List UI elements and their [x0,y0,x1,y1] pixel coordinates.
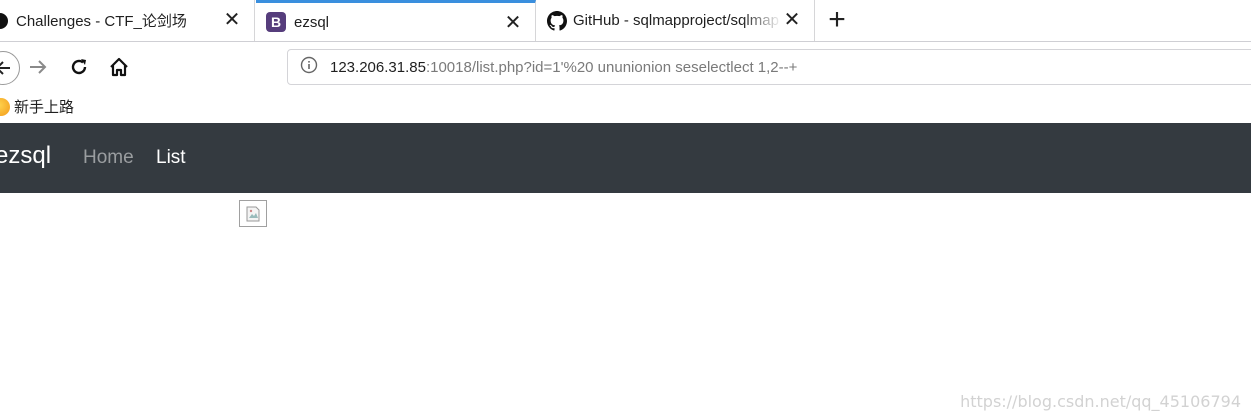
home-button[interactable] [103,51,135,83]
tab-title: ezsql [294,13,330,31]
tab-title-fade [742,8,782,32]
close-icon[interactable]: ✕ [222,10,242,30]
nav-link-home[interactable]: Home [83,147,134,169]
url-text[interactable]: 123.206.31.85:10018/list.php?id=1'%20 un… [330,59,797,76]
reload-button[interactable] [63,51,95,83]
close-icon[interactable]: ✕ [503,13,523,33]
bootstrap-favicon-icon: B [266,12,286,32]
info-icon[interactable] [300,56,318,79]
bookmark-item[interactable]: 新手上路 [0,96,74,117]
url-path: :10018/list.php?id=1'%20 ununionion sese… [425,58,798,76]
tab-github[interactable]: GitHub - sqlmapproject/sqlmap ✕ [537,0,815,41]
tab-title: Challenges - CTF_论剑场 [16,13,187,30]
site-brand[interactable]: ezsql [0,142,51,170]
address-bar[interactable]: 123.206.31.85:10018/list.php?id=1'%20 un… [287,49,1251,85]
new-tab-button[interactable]: + [823,5,851,35]
broken-image-icon [239,200,267,227]
reload-icon [71,59,87,75]
nav-link-list[interactable]: List [156,147,186,169]
bookmarks-bar: 新手上路 [0,92,1251,122]
forward-button[interactable] [22,51,54,83]
tab-ezsql[interactable]: B ezsql ✕ [256,0,536,41]
ctf-favicon-icon [0,12,8,29]
back-button[interactable] [0,51,20,85]
tab-strip: Challenges - CTF_论剑场 ✕ B ezsql ✕ GitHub … [0,0,1251,42]
bookmark-label: 新手上路 [14,98,75,116]
site-navbar: ezsql Home List [0,123,1251,193]
arrow-right-icon [30,60,47,74]
home-icon [110,57,128,77]
browser-window: Challenges - CTF_论剑场 ✕ B ezsql ✕ GitHub … [0,0,1251,420]
firefox-bookmark-icon [0,97,10,116]
navigation-bar: 123.206.31.85:10018/list.php?id=1'%20 un… [0,42,1251,92]
watermark-text: https://blog.csdn.net/qq_45106794 [960,392,1241,411]
tab-challenges[interactable]: Challenges - CTF_论剑场 ✕ [0,0,255,41]
url-host: 123.206.31.85 [330,58,426,76]
arrow-left-icon [0,61,10,75]
github-favicon-icon [547,10,567,31]
close-icon[interactable]: ✕ [782,10,802,30]
